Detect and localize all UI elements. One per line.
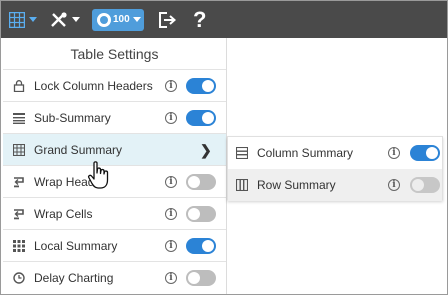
delay-charting-icon — [13, 272, 25, 284]
tools-icon — [51, 11, 67, 27]
grid-menu-button[interactable] — [9, 1, 37, 38]
setting-label: Grand Summary — [34, 142, 123, 157]
lock-column-headers-toggle[interactable] — [186, 78, 216, 94]
toggle-knob — [202, 112, 214, 124]
toolbar: 100 ? — [1, 1, 447, 38]
local-summary-icon — [13, 240, 25, 252]
row-summary-icon — [236, 179, 248, 191]
setting-row-wrap-cells[interactable]: Wrap Cells i — [3, 198, 226, 230]
hand-cursor-icon — [87, 161, 109, 189]
wrap-headers-toggle[interactable] — [186, 174, 216, 190]
setting-label: Wrap Head — [34, 174, 95, 189]
wrap-cells-icon — [14, 209, 24, 220]
toggle-knob — [188, 272, 200, 284]
column-summary-icon — [236, 147, 248, 159]
table-settings-panel: Table Settings Lock Column Headers i Sub… — [3, 38, 227, 294]
chevron-down-icon — [29, 17, 37, 22]
setting-label: Delay Charting — [34, 271, 114, 285]
setting-label: Local Summary — [34, 238, 118, 253]
grand-summary-submenu: Column Summary i Row Summary i — [227, 136, 443, 201]
setting-label: Lock Column Headers — [34, 78, 153, 93]
wrap-cells-toggle[interactable] — [186, 206, 216, 222]
setting-row-sub-summary[interactable]: Sub-Summary i — [3, 102, 226, 134]
info-icon[interactable]: i — [165, 272, 177, 284]
setting-label: Wrap Cells — [34, 206, 93, 221]
sub-summary-icon — [13, 113, 25, 124]
export-icon — [159, 11, 177, 28]
help-icon: ? — [193, 6, 207, 32]
row-summary-toggle[interactable] — [410, 177, 440, 193]
wrap-headers-icon — [14, 177, 24, 188]
submenu-row-column-summary[interactable]: Column Summary i — [228, 137, 442, 169]
info-icon[interactable]: i — [165, 176, 177, 188]
chevron-right-icon: ❯ — [200, 142, 212, 158]
points-badge[interactable]: 100 — [92, 8, 144, 31]
info-icon[interactable]: i — [388, 147, 400, 159]
toggle-knob — [426, 147, 438, 159]
tools-menu-button[interactable] — [50, 1, 80, 38]
grand-summary-icon — [13, 144, 25, 156]
badge-menu-button[interactable]: 100 — [92, 1, 144, 38]
info-icon[interactable]: i — [165, 112, 177, 124]
setting-row-delay-charting[interactable]: Delay Charting i — [3, 262, 226, 294]
grid-icon — [9, 11, 25, 28]
toggle-knob — [188, 176, 200, 188]
info-icon[interactable]: i — [165, 208, 177, 220]
column-summary-toggle[interactable] — [410, 145, 440, 161]
info-icon[interactable]: i — [388, 179, 400, 191]
chevron-down-icon — [72, 17, 80, 22]
award-icon — [97, 12, 111, 27]
toggle-knob — [202, 80, 214, 92]
panel-title: Table Settings — [3, 38, 226, 70]
setting-row-local-summary[interactable]: Local Summary i — [3, 230, 226, 262]
setting-label: Sub-Summary — [34, 110, 111, 125]
setting-label: Column Summary — [257, 146, 354, 160]
info-icon[interactable]: i — [165, 80, 177, 92]
sub-summary-toggle[interactable] — [186, 110, 216, 126]
toggle-knob — [412, 179, 424, 191]
local-summary-toggle[interactable] — [186, 238, 216, 254]
toggle-knob — [202, 240, 214, 252]
toggle-knob — [188, 208, 200, 220]
setting-label: Row Summary — [257, 178, 336, 192]
setting-row-wrap-headers[interactable]: Wrap Head i — [3, 166, 226, 198]
setting-row-grand-summary[interactable]: Grand Summary ❯ — [3, 134, 226, 166]
setting-row-lock-column-headers[interactable]: Lock Column Headers i — [3, 70, 226, 102]
chevron-down-icon — [132, 17, 141, 22]
badge-value: 100 — [113, 14, 130, 25]
submenu-row-row-summary[interactable]: Row Summary i — [228, 169, 442, 201]
help-button[interactable]: ? — [193, 1, 206, 38]
export-button[interactable] — [159, 1, 177, 38]
delay-charting-toggle[interactable] — [186, 270, 216, 286]
info-icon[interactable]: i — [165, 240, 177, 252]
lock-icon — [13, 80, 25, 92]
